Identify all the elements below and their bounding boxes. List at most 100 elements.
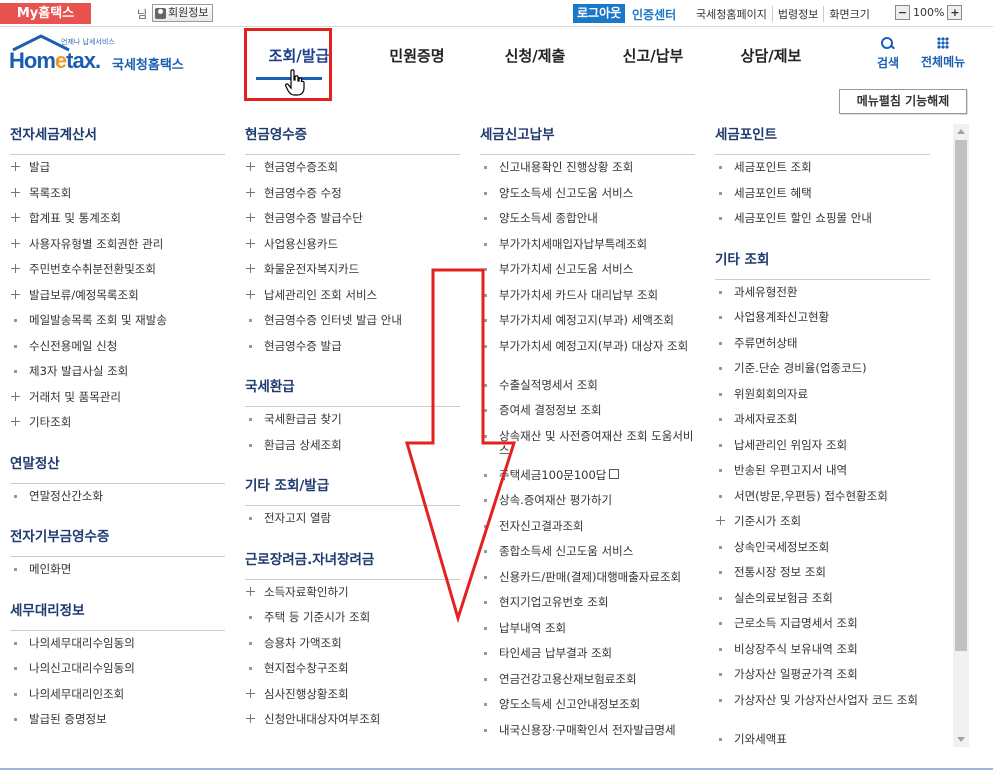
menu-item[interactable]: 현금영수증 발급수단 (245, 211, 460, 237)
menu-item[interactable]: 사용자유형별 조회권한 관리 (10, 237, 225, 263)
external-link-icon (609, 468, 620, 479)
menu-item[interactable]: 현금영수증조회 (245, 160, 460, 186)
scroll-down-arrow-icon[interactable] (957, 737, 965, 742)
menu-item[interactable]: 신고내용확인 진행상황 조회 (480, 160, 695, 186)
bullet-icon (245, 610, 264, 624)
menu-item[interactable]: 실손의료보험금 조회 (715, 591, 930, 617)
menu-item-label: 목록조회 (29, 185, 72, 200)
menu-item-label: 신고내용확인 진행상황 조회 (499, 160, 634, 174)
menu-item-label: 주택 등 기준시가 조회 (264, 610, 371, 624)
menu-item[interactable]: 과세자료조회 (715, 412, 930, 438)
menu-item[interactable]: 기타조회 (10, 415, 225, 441)
menu-item[interactable]: 가상자산 및 가상자산사업자 코드 조회 (715, 693, 930, 732)
menu-item[interactable]: 발급보류/예정목록조회 (10, 288, 225, 314)
menu-section-title[interactable]: 현금영수증 (245, 124, 460, 155)
menu-item-label: 연금건강고용산재보험료조회 (499, 671, 637, 686)
menu-item[interactable]: 목록조회 (10, 186, 225, 212)
menu-item[interactable]: 상속인국세정보조회 (715, 540, 930, 566)
menu-item[interactable]: 기와세액표 (715, 732, 930, 748)
menu-item[interactable]: 나의세무대리인조회 (10, 687, 225, 713)
menu-section-title[interactable]: 기타 조회 (715, 249, 930, 280)
menu-item[interactable]: 연말정산간소화 (10, 489, 225, 515)
menu-section-title[interactable]: 세금포인트 (715, 124, 930, 155)
menu-item[interactable]: 합계표 및 통계조회 (10, 211, 225, 237)
menu-item[interactable]: 기준.단순 경비율(업종코드) (715, 361, 930, 387)
menu-item[interactable]: 내국신용장·구매확인서 전자발급명세 (480, 723, 695, 748)
menu-item-label: 가상자산 및 가상자산사업자 코드 조회 (734, 692, 918, 707)
menu-item-label: 부가가치세 예정고지(부과) 세액조회 (499, 313, 674, 327)
menu-item[interactable]: 발급 (10, 160, 225, 186)
menu-item-label: 기와세액표 (734, 731, 787, 746)
menu-item[interactable]: 현금영수증 수정 (245, 186, 460, 212)
menu-item-label: 승용차 가액조회 (264, 635, 342, 650)
menu-item[interactable]: 비상장주식 보유내역 조회 (715, 642, 930, 668)
menu-item[interactable]: 기준시가 조회 (715, 514, 930, 540)
plus-expand-icon (245, 687, 264, 701)
menu-item[interactable]: 납세관리인 위임자 조회 (715, 438, 930, 464)
menu-section-title[interactable]: 세금신고납부 (480, 124, 695, 155)
menu-item[interactable]: 나의신고대리수임동의 (10, 661, 225, 687)
menu-item[interactable]: 반송된 우편고지서 내역 (715, 463, 930, 489)
menu-item[interactable]: 서면(방문,우편등) 접수현황조회 (715, 489, 930, 515)
menu-item[interactable]: 양도소득세 종합안내 (480, 211, 695, 237)
menu-item[interactable]: 타인세금 납부결과 조회 (480, 646, 695, 672)
menu-item[interactable]: 세금포인트 할인 쇼핑몰 안내 (715, 211, 930, 237)
menu-item[interactable]: 가상자산 일평균가격 조회 (715, 667, 930, 693)
menu-item[interactable]: 신청안내대상자여부조회 (245, 712, 460, 738)
menu-item-label: 수신전용메일 신청 (29, 338, 118, 353)
menu-item[interactable]: 부가가치세매입자납부특례조회 (480, 237, 695, 263)
menu-item-label: 발급 (29, 160, 51, 174)
scroll-up-arrow-icon[interactable] (957, 129, 965, 134)
menu-item[interactable]: 거래처 및 품목관리 (10, 390, 225, 416)
scroll-thumb[interactable] (955, 140, 967, 651)
menu-item[interactable]: 제3자 발급사실 조회 (10, 364, 225, 390)
menu-section-title[interactable]: 전자세금계산서 (10, 124, 225, 155)
menu-item[interactable]: 메일발송목록 조회 및 재발송 (10, 313, 225, 339)
menu-item[interactable]: 세금포인트 혜택 (715, 186, 930, 212)
menu-item[interactable]: 근로소득 지급명세서 조회 (715, 616, 930, 642)
menu-item-label: 현금영수증조회 (264, 160, 339, 174)
menu-item[interactable]: 연금건강고용산재보험료조회 (480, 672, 695, 698)
menu-section-title[interactable]: 세무대리정보 (10, 600, 225, 631)
menu-item-label: 사용자유형별 조회권한 관리 (29, 236, 164, 251)
plus-expand-icon (10, 415, 29, 429)
bullet-icon (245, 636, 264, 650)
menu-item[interactable]: 발급된 증명정보 (10, 712, 225, 738)
menu-item[interactable]: 주류면허상태 (715, 336, 930, 362)
menu-item[interactable]: 양도소득세 신고안내정보조회 (480, 697, 695, 723)
menu-item-label: 부가가치세 카드사 대리납부 조회 (499, 287, 659, 302)
menu-item[interactable]: 양도소득세 신고도움 서비스 (480, 186, 695, 212)
bullet-icon (715, 693, 734, 707)
menu-item[interactable]: 전통시장 정보 조회 (715, 565, 930, 591)
bullet-icon (715, 642, 734, 656)
bullet-icon (245, 661, 264, 675)
menu-section-title[interactable]: 연말정산 (10, 453, 225, 484)
menu-item-label: 제3자 발급사실 조회 (29, 364, 129, 378)
menu-item[interactable]: 사업용신용카드 (245, 237, 460, 263)
menu-item[interactable]: 나의세무대리수임동의 (10, 636, 225, 662)
plus-expand-icon (10, 288, 29, 302)
menu-item[interactable]: 과세유형전환 (715, 285, 930, 311)
menu-item[interactable]: 현지접수창구조회 (245, 661, 460, 687)
menu-section-title[interactable]: 전자기부금영수증 (10, 526, 225, 557)
menu-item-label: 합계표 및 통계조회 (29, 211, 121, 225)
menu-item[interactable]: 사업용계좌신고현황 (715, 310, 930, 336)
bullet-icon (10, 661, 29, 675)
menu-item-label: 과세자료조회 (734, 412, 798, 426)
menu-item[interactable]: 주민번호수취분전환및조회 (10, 262, 225, 288)
bullet-icon (715, 616, 734, 630)
menu-item[interactable]: 세금포인트 조회 (715, 160, 930, 186)
menu-scrollbar[interactable] (953, 124, 969, 747)
menu-item[interactable]: 메인화면 (10, 562, 225, 588)
menu-item[interactable]: 수신전용메일 신청 (10, 339, 225, 365)
plus-expand-icon (245, 160, 264, 174)
bullet-icon (480, 186, 499, 200)
menu-item[interactable]: 심사진행상황조회 (245, 687, 460, 713)
plus-expand-icon (245, 186, 264, 200)
bullet-icon (10, 562, 29, 576)
menu-item[interactable]: 승용차 가액조회 (245, 636, 460, 662)
bullet-icon (480, 723, 499, 737)
menu-item[interactable]: 위원회회의자료 (715, 387, 930, 413)
